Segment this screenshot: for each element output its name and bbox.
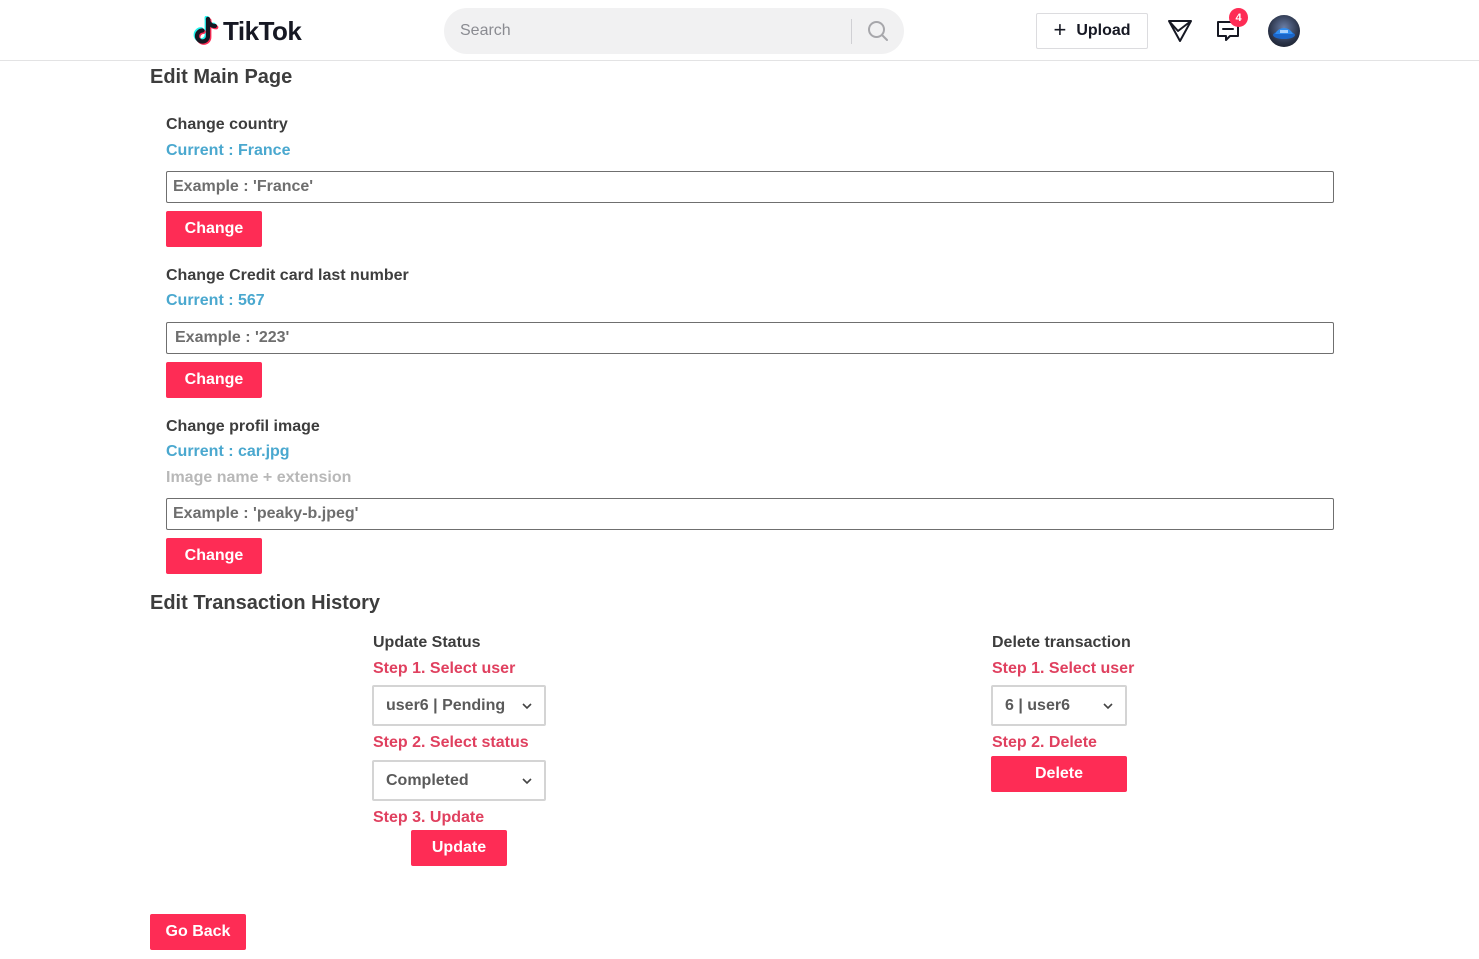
tiktok-note-icon xyxy=(193,15,219,46)
delete-transaction-title: Delete transaction xyxy=(992,634,1131,651)
current-profile-image-text: Current : car.jpg xyxy=(166,443,290,460)
chevron-down-icon xyxy=(522,702,532,709)
delete-user-select-value: 6 | user6 xyxy=(1005,696,1070,714)
update-status-title: Update Status xyxy=(373,634,481,651)
change-credit-card-label: Change Credit card last number xyxy=(166,267,409,284)
change-credit-card-button[interactable]: Change xyxy=(166,362,262,398)
image-name-hint: Image name + extension xyxy=(166,469,352,486)
change-profile-image-button[interactable]: Change xyxy=(166,538,262,574)
update-step-1-label: Step 1. Select user xyxy=(373,660,516,677)
update-user-select[interactable]: user6 | Pending xyxy=(372,685,546,726)
send-icon[interactable] xyxy=(1166,17,1194,45)
edit-main-page-title: Edit Main Page xyxy=(150,66,293,88)
update-step-3-label: Step 3. Update xyxy=(373,809,485,826)
update-status-select[interactable]: Completed xyxy=(372,760,546,801)
country-input[interactable] xyxy=(166,171,1334,203)
logo-text: TikTok xyxy=(223,15,302,46)
car-avatar-image xyxy=(1273,28,1295,39)
search-icon xyxy=(868,21,888,41)
profile-image-input[interactable] xyxy=(166,498,1334,530)
avatar[interactable] xyxy=(1268,15,1300,47)
top-navbar: TikTok + Upload 4 xyxy=(0,0,1479,61)
chevron-down-icon xyxy=(522,777,532,784)
search-divider xyxy=(851,19,852,44)
search-bar xyxy=(444,8,904,54)
chevron-down-icon xyxy=(1103,702,1113,709)
change-country-label: Change country xyxy=(166,116,288,133)
delete-user-select[interactable]: 6 | user6 xyxy=(991,685,1127,726)
search-button[interactable] xyxy=(856,8,900,54)
change-country-button[interactable]: Change xyxy=(166,211,262,247)
edit-transaction-history-title: Edit Transaction History xyxy=(150,592,381,614)
update-user-select-value: user6 | Pending xyxy=(386,696,506,714)
current-country-text: Current : France xyxy=(166,142,291,159)
update-status-select-value: Completed xyxy=(386,771,469,789)
delete-button[interactable]: Delete xyxy=(991,756,1127,792)
credit-card-input[interactable] xyxy=(166,322,1334,354)
search-input[interactable] xyxy=(460,8,840,54)
current-credit-card-text: Current : 567 xyxy=(166,292,265,309)
plus-icon: + xyxy=(1053,17,1067,42)
delete-step-2-label: Step 2. Delete xyxy=(992,734,1097,751)
update-step-2-label: Step 2. Select status xyxy=(373,734,529,751)
change-profile-image-label: Change profil image xyxy=(166,418,320,435)
tiktok-logo[interactable]: TikTok xyxy=(193,14,302,48)
upload-button[interactable]: + Upload xyxy=(1036,13,1148,49)
go-back-button[interactable]: Go Back xyxy=(150,914,246,950)
update-button[interactable]: Update xyxy=(411,830,507,866)
delete-step-1-label: Step 1. Select user xyxy=(992,660,1135,677)
notification-badge: 4 xyxy=(1229,8,1248,27)
upload-label: Upload xyxy=(1076,22,1131,39)
